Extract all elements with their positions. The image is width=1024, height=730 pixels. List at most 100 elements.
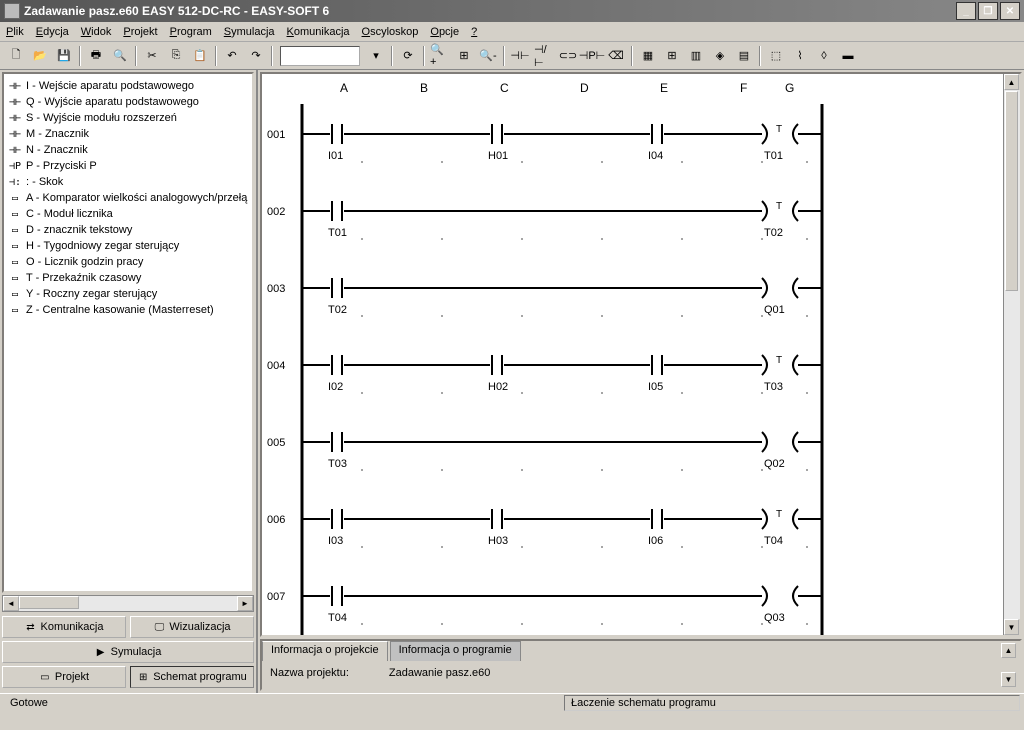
- scroll-down-icon[interactable]: ▼: [1004, 619, 1019, 635]
- svg-text:003: 003: [267, 283, 285, 295]
- contact-p-icon[interactable]: ⊣P⊢: [581, 45, 603, 67]
- tree-item-y[interactable]: ▭Y - Roczny zegar sterujący: [6, 286, 250, 302]
- menu-opcje[interactable]: Opcje: [430, 26, 459, 38]
- symulacja-button[interactable]: ▶Symulacja: [2, 641, 254, 663]
- view1-icon[interactable]: ▦: [637, 45, 659, 67]
- coil-icon[interactable]: ⊂⊃: [557, 45, 579, 67]
- sidebar-tabs: ⇄Komunikacja 🖵Wizualizacja ▶Symulacja ▭P…: [0, 614, 256, 693]
- svg-text:T: T: [776, 355, 782, 366]
- tree-item-d[interactable]: ▭D - znacznik tekstowy: [6, 222, 250, 238]
- menubar: Plik Edycja Widok Projekt Program Symulacja Ko…: [0, 22, 1024, 42]
- cut-icon[interactable]: ✂: [141, 45, 163, 67]
- schemat-button[interactable]: ⊞Schemat programu: [130, 666, 254, 688]
- contact-icon: ⊣⊢: [8, 81, 22, 92]
- table-icon[interactable]: ▤: [733, 45, 755, 67]
- minimize-button[interactable]: _: [956, 2, 976, 20]
- contact-no-icon[interactable]: ⊣⊢: [509, 45, 531, 67]
- view2-icon[interactable]: ⊞: [661, 45, 683, 67]
- menu-komunikacja[interactable]: Komunikacja: [287, 26, 350, 38]
- tree-item-n[interactable]: ⊣⊢N - Znacznik: [6, 142, 250, 158]
- tool1-icon[interactable]: ◈: [709, 45, 731, 67]
- tree-hscroll[interactable]: ◄ ►: [2, 595, 254, 612]
- svg-text:T02: T02: [764, 227, 783, 239]
- window-title: Zadawanie pasz.e60 EASY 512-DC-RC - EASY…: [24, 4, 329, 18]
- maximize-button[interactable]: ❐: [978, 2, 998, 20]
- menu-widok[interactable]: Widok: [81, 26, 112, 38]
- undo-icon[interactable]: ↶: [221, 45, 243, 67]
- menu-edycja[interactable]: Edycja: [36, 26, 69, 38]
- wizualizacja-button[interactable]: 🖵Wizualizacja: [130, 616, 254, 638]
- zoom-in-icon[interactable]: 🔍+: [429, 45, 451, 67]
- comment-icon[interactable]: ▬: [837, 45, 859, 67]
- svg-text:E: E: [660, 81, 668, 95]
- view3-icon[interactable]: ▥: [685, 45, 707, 67]
- dropdown-icon[interactable]: ▾: [365, 45, 387, 67]
- tree-item-p[interactable]: ⊣PP - Przyciski P: [6, 158, 250, 174]
- wire-icon[interactable]: ⌇: [789, 45, 811, 67]
- svg-text:F: F: [740, 81, 747, 95]
- tree-item-i[interactable]: ⊣⊢I - Wejście aparatu podstawowego: [6, 78, 250, 94]
- svg-text:Q03: Q03: [764, 612, 785, 624]
- zoom-out-icon[interactable]: 🔍-: [477, 45, 499, 67]
- open-file-icon[interactable]: 📂: [29, 45, 51, 67]
- svg-text:T: T: [776, 124, 782, 135]
- paste-icon[interactable]: 📋: [189, 45, 211, 67]
- vscroll-thumb[interactable]: [1005, 91, 1018, 291]
- print-preview-icon[interactable]: 🔍: [109, 45, 131, 67]
- contact-nc-icon[interactable]: ⊣/⊢: [533, 45, 555, 67]
- svg-text:H01: H01: [488, 150, 508, 162]
- tree-item-q[interactable]: ⊣⊢Q - Wyjście aparatu podstawowego: [6, 94, 250, 110]
- projekt-button[interactable]: ▭Projekt: [2, 666, 126, 688]
- tree-item-z[interactable]: ▭Z - Centralne kasowanie (Masterreset): [6, 302, 250, 318]
- ladder-canvas[interactable]: ABCDEFG001I01H01I04TT01002T01TT02003T02Q…: [260, 72, 1022, 637]
- app-icon: [4, 3, 20, 19]
- erase-icon[interactable]: ◊: [813, 45, 835, 67]
- copy-icon[interactable]: ⎘: [165, 45, 187, 67]
- save-file-icon[interactable]: 💾: [53, 45, 75, 67]
- menu-program[interactable]: Program: [170, 26, 212, 38]
- refresh-icon[interactable]: ⟳: [397, 45, 419, 67]
- zoom-combo[interactable]: [280, 46, 360, 66]
- tree-item-:[interactable]: ⊣:: - Skok: [6, 174, 250, 190]
- select-icon[interactable]: ⬚: [765, 45, 787, 67]
- info-scroll-down-icon[interactable]: ▼: [1001, 672, 1016, 687]
- menu-symulacja[interactable]: Symulacja: [224, 26, 275, 38]
- tree-item-c[interactable]: ▭C - Moduł licznika: [6, 206, 250, 222]
- scroll-up-icon[interactable]: ▲: [1004, 74, 1019, 90]
- svg-text:T03: T03: [764, 381, 783, 393]
- svg-text:A: A: [340, 81, 348, 95]
- info-tab-project[interactable]: Informacja o projekcie: [262, 641, 388, 661]
- tree-item-s[interactable]: ⊣⊢S - Wyjście modułu rozszerzeń: [6, 110, 250, 126]
- schem-icon: ⊞: [137, 671, 149, 683]
- menu-?[interactable]: ?: [471, 26, 477, 38]
- zoom-fit-icon[interactable]: ⊞: [453, 45, 475, 67]
- menu-projekt[interactable]: Projekt: [123, 26, 157, 38]
- menu-plik[interactable]: Plik: [6, 26, 24, 38]
- redo-icon[interactable]: ↷: [245, 45, 267, 67]
- tree-item-t[interactable]: ▭T - Przekaźnik czasowy: [6, 270, 250, 286]
- menu-oscyloskop[interactable]: Oscyloskop: [362, 26, 419, 38]
- new-file-icon[interactable]: 🗋: [5, 45, 27, 67]
- contact-icon: ⊣⊢: [8, 113, 22, 124]
- tree-item-o[interactable]: ▭O - Licznik godzin pracy: [6, 254, 250, 270]
- info-tab-program[interactable]: Informacja o programie: [390, 641, 521, 661]
- svg-text:006: 006: [267, 514, 285, 526]
- scroll-left-icon[interactable]: ◄: [3, 596, 19, 611]
- tree-item-m[interactable]: ⊣⊢M - Znacznik: [6, 126, 250, 142]
- contact-icon: ▭: [8, 257, 22, 268]
- info-scroll-up-icon[interactable]: ▲: [1001, 643, 1016, 658]
- viz-icon: 🖵: [153, 621, 165, 633]
- close-button[interactable]: ✕: [1000, 2, 1020, 20]
- svg-text:004: 004: [267, 360, 285, 372]
- komunikacja-button[interactable]: ⇄Komunikacja: [2, 616, 126, 638]
- tree-item-h[interactable]: ▭H - Tygodniowy zegar sterujący: [6, 238, 250, 254]
- hscroll-thumb[interactable]: [19, 596, 79, 609]
- print-icon[interactable]: 🖶: [85, 45, 107, 67]
- contact-icon: ▭: [8, 273, 22, 284]
- scroll-right-icon[interactable]: ►: [237, 596, 253, 611]
- svg-text:G: G: [785, 81, 794, 95]
- svg-text:D: D: [580, 81, 589, 95]
- delete-icon[interactable]: ⌫: [605, 45, 627, 67]
- tree-item-a[interactable]: ▭A - Komparator wielkości analogowych/pr…: [6, 190, 250, 206]
- canvas-vscroll[interactable]: ▲ ▼: [1003, 74, 1020, 635]
